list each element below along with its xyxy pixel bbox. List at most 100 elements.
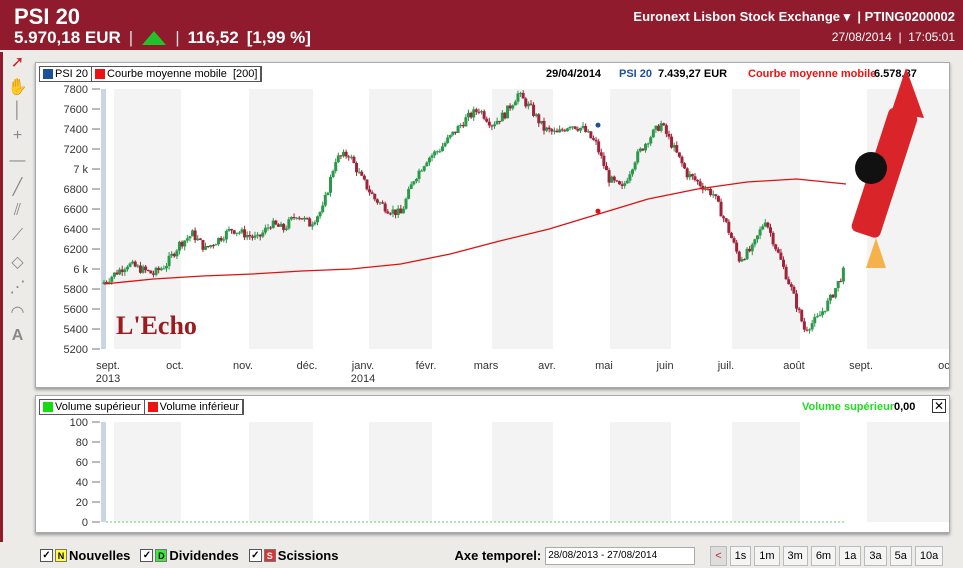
dividends-toggle[interactable]: ✓ D Dividendes (140, 548, 239, 563)
x-tick-label: nov. (233, 360, 253, 372)
legend-psi20[interactable]: PSI 20 (40, 67, 93, 81)
candle (396, 208, 400, 215)
hand-icon[interactable]: ✋ (3, 77, 32, 102)
candle (625, 180, 629, 184)
period-button-1s[interactable]: 1s (729, 545, 752, 566)
candle (753, 239, 757, 245)
splits-toggle[interactable]: ✓ S Scissions (248, 548, 338, 563)
period-button-1a[interactable]: 1a (839, 545, 862, 566)
month-band (249, 422, 313, 522)
volume-legend: Volume supérieur Volume inférieur (39, 399, 245, 415)
month-band (732, 89, 800, 349)
fan-icon[interactable]: ⋰ (3, 277, 32, 302)
arc-icon[interactable]: ◠ (3, 302, 32, 327)
candle (383, 203, 387, 212)
legend-volume-down[interactable]: Volume inférieur (145, 400, 244, 414)
text-icon[interactable]: A (3, 327, 32, 352)
period-prev-button[interactable]: < (710, 545, 727, 566)
candle (633, 162, 637, 170)
candle (446, 137, 450, 144)
cursor-icon[interactable]: ➚ (3, 52, 32, 77)
news-toggle[interactable]: ✓ N Nouvelles (40, 548, 130, 563)
candle (368, 189, 372, 193)
volume-panel[interactable]: 100 80 60 40 20 0 Volume supérieur Volume inf… (35, 395, 950, 533)
candle (654, 125, 658, 130)
y-tick-label: 6600 (64, 204, 88, 216)
date: 27/08/2014 (831, 30, 892, 44)
vertical-line-icon[interactable]: │ (3, 102, 32, 127)
x-tick-label: oct. (938, 360, 949, 372)
candle (401, 208, 405, 214)
candle (263, 227, 267, 233)
rectangle-icon[interactable]: ◇ (3, 252, 32, 277)
legend-ma[interactable]: Courbe moyenne mobile [200] (92, 67, 262, 81)
candle (519, 92, 523, 94)
candle (243, 229, 247, 238)
date-range-input[interactable] (545, 546, 696, 565)
horizontal-line-icon[interactable]: — (3, 152, 32, 177)
candle (178, 241, 182, 251)
candle (659, 123, 663, 131)
candle (131, 261, 135, 264)
candle (164, 266, 168, 269)
candle (542, 120, 546, 131)
candle (779, 252, 783, 260)
candle (578, 127, 582, 131)
volume-chart[interactable]: 100 80 60 40 20 0 (36, 396, 949, 532)
candle (584, 125, 588, 132)
candle (162, 268, 166, 270)
candle (362, 175, 366, 180)
period-button-3a[interactable]: 3a (864, 545, 887, 566)
period-button-5a[interactable]: 5a (889, 545, 912, 566)
trend-line-icon[interactable]: ╱ (3, 177, 32, 202)
candle (386, 211, 390, 214)
candle (795, 293, 799, 309)
candle (289, 217, 293, 220)
candle (339, 155, 343, 157)
candle (232, 230, 236, 234)
candle (331, 171, 335, 177)
close-volume-button[interactable]: ✕ (932, 399, 946, 413)
candle (417, 170, 421, 179)
candle (349, 156, 353, 158)
candle (329, 176, 333, 193)
candle (805, 329, 809, 331)
candle (206, 246, 210, 248)
candle (227, 229, 231, 231)
legend-volume-up[interactable]: Volume supérieur (40, 400, 145, 414)
candle (693, 176, 697, 180)
candle (644, 143, 648, 151)
exchange-select[interactable]: Euronext Lisbon Stock Exchange (633, 9, 840, 24)
parallel-lines-icon[interactable]: ⫽ (3, 202, 32, 227)
candle (755, 235, 759, 240)
period-button-6m[interactable]: 6m (810, 545, 837, 566)
candle (774, 244, 778, 250)
candle (500, 112, 504, 122)
candle (823, 310, 827, 312)
candle (789, 284, 793, 287)
candle (766, 222, 770, 228)
period-button-3m[interactable]: 3m (782, 545, 808, 566)
candle (261, 232, 265, 237)
volume-y-tick-label: 100 (70, 417, 88, 429)
price-chart-panel[interactable]: 7800 7600 7400 7200 7 k 6800 6600 6400 6200 6 k 58… (35, 62, 950, 388)
volume-y-tick-label: 80 (76, 437, 88, 449)
candle (240, 229, 244, 233)
period-button-10a[interactable]: 10a (914, 545, 944, 566)
candle (399, 208, 403, 214)
candle (651, 129, 655, 138)
candle (271, 220, 275, 229)
candle (534, 114, 538, 116)
candle (138, 265, 142, 273)
candle (487, 121, 491, 126)
crosshair-icon[interactable]: + (3, 127, 32, 152)
candle (414, 178, 418, 182)
x-tick-label: déc. (297, 360, 318, 372)
candle (503, 112, 507, 119)
ray-icon[interactable]: ⟋ (3, 227, 32, 252)
period-button-1m[interactable]: 1m (754, 545, 780, 566)
candle (839, 281, 843, 283)
candle (230, 229, 234, 231)
candle (716, 196, 720, 202)
candle (571, 126, 575, 128)
